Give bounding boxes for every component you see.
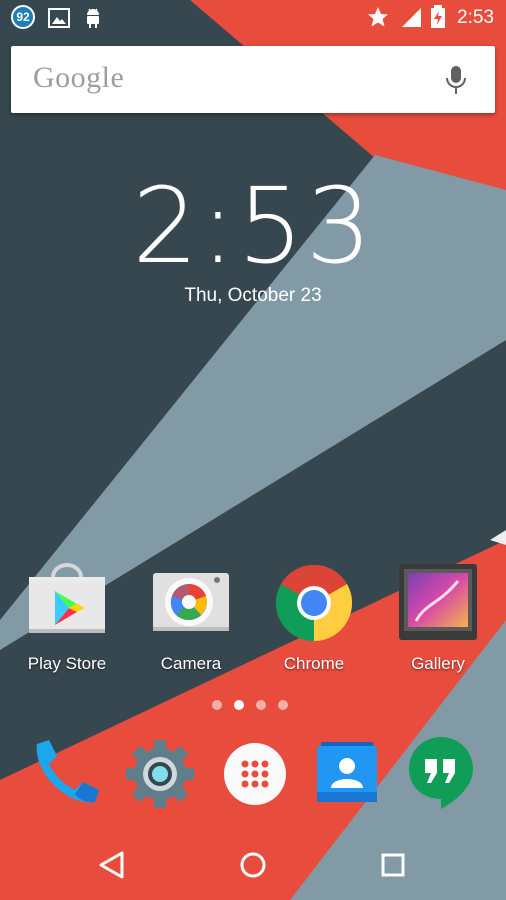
microphone-icon[interactable] (445, 65, 467, 95)
chrome-icon (275, 564, 353, 642)
app-chrome[interactable]: Chrome (259, 563, 369, 674)
page-dot (212, 700, 222, 710)
battery-charging-icon (431, 5, 445, 28)
image-icon (48, 8, 70, 28)
home-icon[interactable] (223, 835, 283, 895)
back-icon[interactable] (83, 835, 143, 895)
gallery-icon (399, 564, 477, 640)
clock-widget-date: Thu, October 23 (184, 285, 322, 306)
settings-icon[interactable] (122, 736, 198, 812)
app-label: Gallery (411, 654, 465, 673)
signal-icon (402, 8, 421, 27)
hangouts-icon[interactable] (403, 733, 479, 809)
status-time: 2:53 (457, 7, 494, 28)
star-icon (368, 7, 388, 27)
app-label: Play Store (27, 654, 107, 673)
page-indicator (212, 697, 300, 715)
android-icon (87, 8, 99, 28)
google-search-bar[interactable]: Google (11, 46, 495, 113)
play-store-icon (29, 563, 105, 633)
google-logo: Google (33, 61, 125, 94)
status-bar: 92 2:53 (0, 0, 506, 36)
clock-widget-time[interactable]: 2:53 (0, 165, 506, 287)
camera-icon (153, 573, 229, 631)
page-dot (256, 700, 266, 710)
notification-count-badge: 92 (11, 5, 35, 29)
app-label: Camera (160, 654, 222, 673)
recents-icon[interactable] (363, 835, 423, 895)
page-dot-active (234, 700, 244, 710)
app-camera[interactable]: Camera (136, 563, 246, 674)
contacts-icon[interactable] (309, 736, 385, 812)
page-dot (278, 700, 288, 710)
app-gallery[interactable]: Gallery (383, 563, 493, 674)
app-label: Chrome (283, 654, 345, 673)
app-play-store[interactable]: Play Store (12, 563, 122, 674)
app-drawer-icon[interactable] (217, 736, 293, 812)
phone-icon[interactable] (27, 736, 103, 812)
